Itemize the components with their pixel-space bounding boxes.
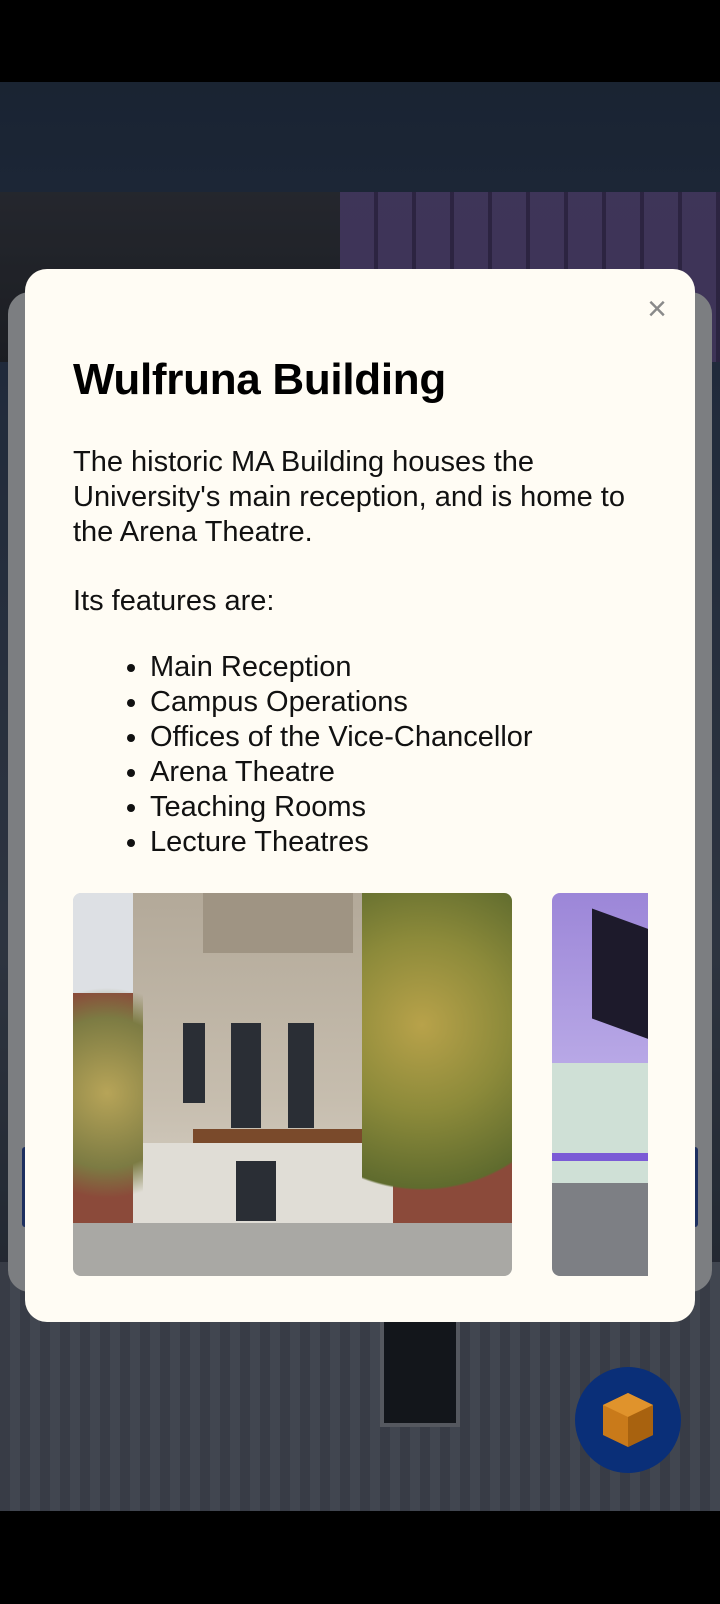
feature-item: Main Reception: [150, 650, 533, 685]
feature-item: Offices of the Vice-Chancellor: [150, 720, 533, 755]
cube-icon: [603, 1393, 653, 1447]
arena-theatre-interior-photo[interactable]: [552, 893, 648, 1276]
status-bar: [0, 0, 720, 82]
building-info-modal: × Wulfruna Building The historic MA Buil…: [25, 269, 695, 1322]
ar-view-button[interactable]: [575, 1367, 681, 1473]
close-button[interactable]: ×: [637, 289, 677, 329]
features-intro: Its features are:: [73, 585, 275, 617]
wulfruna-building-exterior-photo[interactable]: [73, 893, 512, 1276]
navigation-bar: [0, 1511, 720, 1604]
building-description: The historic MA Building houses the Univ…: [73, 446, 625, 548]
features-list: Main Reception Campus Operations Offices…: [150, 650, 533, 860]
feature-item: Arena Theatre: [150, 755, 533, 790]
modal-title: Wulfruna Building: [73, 355, 446, 404]
feature-item: Lecture Theatres: [150, 825, 533, 860]
photo-gallery[interactable]: [73, 893, 648, 1276]
feature-item: Teaching Rooms: [150, 790, 533, 825]
close-icon: ×: [647, 290, 667, 328]
feature-item: Campus Operations: [150, 685, 533, 720]
